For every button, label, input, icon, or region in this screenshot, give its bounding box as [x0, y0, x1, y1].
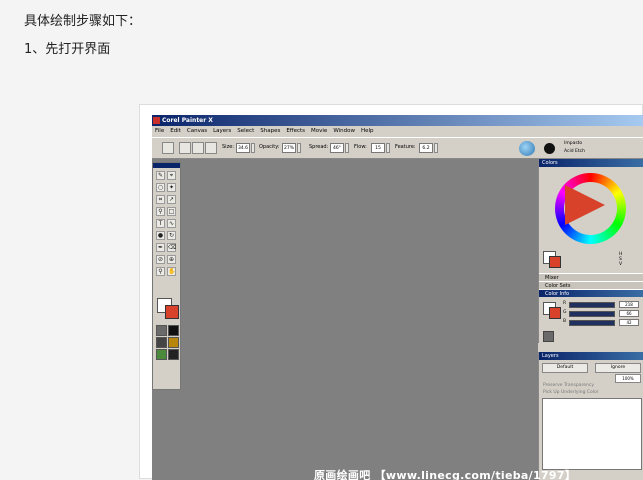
gradient-selector-icon[interactable] — [168, 325, 179, 336]
paper-selector-icon[interactable] — [156, 325, 167, 336]
brush-category-name[interactable]: Impasto — [564, 141, 582, 146]
colors-panel: Colors H S V Mixer Color Sets Color Info… — [538, 159, 643, 343]
main-color-swatch[interactable] — [165, 305, 179, 319]
toolbox-titlebar[interactable] — [153, 163, 180, 168]
hsv-readout: H S V — [619, 252, 623, 267]
brush-variant-icon[interactable] — [544, 143, 555, 154]
shape-icon[interactable]: ∿ — [167, 219, 176, 228]
flow-label: Flow: — [354, 144, 367, 150]
weaving-selector-icon[interactable] — [168, 337, 179, 348]
blue-slider[interactable]: B 42 — [563, 319, 641, 326]
color-info-dropper-icon[interactable] — [543, 331, 554, 342]
layers-panel-title[interactable]: Layers — [539, 352, 643, 360]
menu-shapes[interactable]: Shapes — [260, 126, 280, 137]
opacity-label: Opacity: — [259, 144, 280, 150]
feature-spinner[interactable] — [434, 143, 438, 153]
menu-canvas[interactable]: Canvas — [187, 126, 207, 137]
brush-variant-name[interactable]: Acid Etch — [564, 149, 585, 154]
red-slider[interactable]: R 218 — [563, 301, 641, 308]
preserve-transparency-checkbox[interactable]: Preserve Transparency — [543, 383, 594, 388]
window-title: Corel Painter X — [162, 117, 213, 124]
menu-file[interactable]: File — [155, 126, 164, 137]
dropper-icon[interactable]: ⌖ — [167, 171, 176, 180]
saturation-value-triangle[interactable] — [565, 185, 605, 225]
nozzle-selector-icon[interactable] — [156, 349, 167, 360]
transform-icon[interactable]: ↗ — [167, 195, 176, 204]
menu-window[interactable]: Window — [333, 126, 355, 137]
canvas-area[interactable] — [152, 159, 538, 480]
composite-depth-select[interactable]: Ignore — [595, 363, 641, 373]
pen-icon[interactable]: ✒ — [156, 243, 165, 252]
composite-method-select[interactable]: Default — [542, 363, 588, 373]
color-sets-panel-title[interactable]: Color Sets — [539, 281, 643, 289]
toolbox: ✎ ⌖ ○ ✦ ⌗ ↗ ⚲ □ T ∿ ● ↻ ✒ ⌫ ⊘ ⊕ ⚲ ✋ — [152, 162, 181, 390]
menu-layers[interactable]: Layers — [213, 126, 231, 137]
pattern-selector-icon[interactable] — [156, 337, 167, 348]
size-label: Size: — [222, 144, 234, 150]
opacity-spinner[interactable] — [297, 143, 301, 153]
flow-field[interactable]: 15 — [371, 143, 385, 153]
dab-type-icon[interactable] — [205, 142, 217, 154]
brush-icon[interactable]: ✎ — [156, 171, 165, 180]
look-selector-icon[interactable] — [168, 349, 179, 360]
rectangle-select-icon[interactable]: □ — [167, 207, 176, 216]
spread-spinner[interactable] — [345, 143, 349, 153]
paint-bucket-icon[interactable]: ● — [156, 231, 165, 240]
panel-main-color-swatch[interactable] — [549, 256, 561, 268]
menu-help[interactable]: Help — [361, 126, 374, 137]
colors-panel-title[interactable]: Colors — [539, 159, 643, 167]
cloner-icon[interactable]: ⊕ — [167, 255, 176, 264]
grabber-hand-icon[interactable]: ✋ — [167, 267, 176, 276]
crop-icon[interactable]: ⌗ — [156, 195, 165, 204]
layer-opacity-field[interactable]: 100% — [615, 374, 641, 383]
text-icon[interactable]: T — [156, 219, 165, 228]
green-slider[interactable]: G 66 — [563, 310, 641, 317]
article-text-line1: 具体绘制步骤如下： — [24, 14, 142, 29]
painter-window: Corel Painter X File Edit Canvas Layers … — [152, 115, 643, 480]
magnifier-icon[interactable]: ⚲ — [156, 267, 165, 276]
reset-tool-icon[interactable] — [179, 142, 191, 154]
eyedropper-icon[interactable]: ⊘ — [156, 255, 165, 264]
layer-list[interactable] — [542, 398, 642, 470]
stroke-type-icon[interactable] — [192, 142, 204, 154]
article-text-line2: 1、先打开界面 — [24, 42, 111, 57]
color-info-main-swatch[interactable] — [549, 307, 561, 319]
mixer-panel-title[interactable]: Mixer — [539, 273, 643, 281]
rotate-icon[interactable]: ↻ — [167, 231, 176, 240]
property-bar: Size: 34.6 Opacity: 27% Spread: 46° Flow… — [152, 137, 643, 159]
spread-field[interactable]: 46° — [330, 143, 344, 153]
opacity-field[interactable]: 27% — [282, 143, 296, 153]
lasso-icon[interactable]: ○ — [156, 183, 165, 192]
watermark: 原画绘画吧 【www.linecg.com/tieba/1797】 — [314, 469, 577, 480]
menu-movie[interactable]: Movie — [311, 126, 327, 137]
menu-effects[interactable]: Effects — [286, 126, 305, 137]
brush-tool-icon[interactable] — [162, 142, 174, 154]
color-info-panel-title[interactable]: Color Info — [539, 289, 643, 297]
flow-spinner[interactable] — [386, 143, 390, 153]
embedded-screenshot: Corel Painter X File Edit Canvas Layers … — [139, 104, 643, 480]
layers-panel: Layers Default Ignore 100% Preserve Tran… — [538, 352, 643, 480]
magic-wand-icon[interactable]: ✦ — [167, 183, 176, 192]
app-icon — [153, 117, 160, 124]
feature-label: Feature: — [395, 144, 416, 150]
size-spinner[interactable] — [251, 143, 255, 153]
window-titlebar: Corel Painter X — [152, 115, 643, 126]
menu-select[interactable]: Select — [237, 126, 254, 137]
spread-label: Spread: — [309, 144, 329, 150]
layer-adjuster-icon[interactable]: ⚲ — [156, 207, 165, 216]
pick-up-color-checkbox[interactable]: Pick Up Underlying Color — [543, 390, 599, 395]
size-field[interactable]: 34.6 — [236, 143, 250, 153]
menu-bar: File Edit Canvas Layers Select Shapes Ef… — [152, 126, 643, 137]
eraser-icon[interactable]: ⌫ — [167, 243, 176, 252]
brush-category-icon[interactable] — [519, 141, 535, 156]
feature-field[interactable]: 6.2 — [419, 143, 433, 153]
menu-edit[interactable]: Edit — [170, 126, 181, 137]
